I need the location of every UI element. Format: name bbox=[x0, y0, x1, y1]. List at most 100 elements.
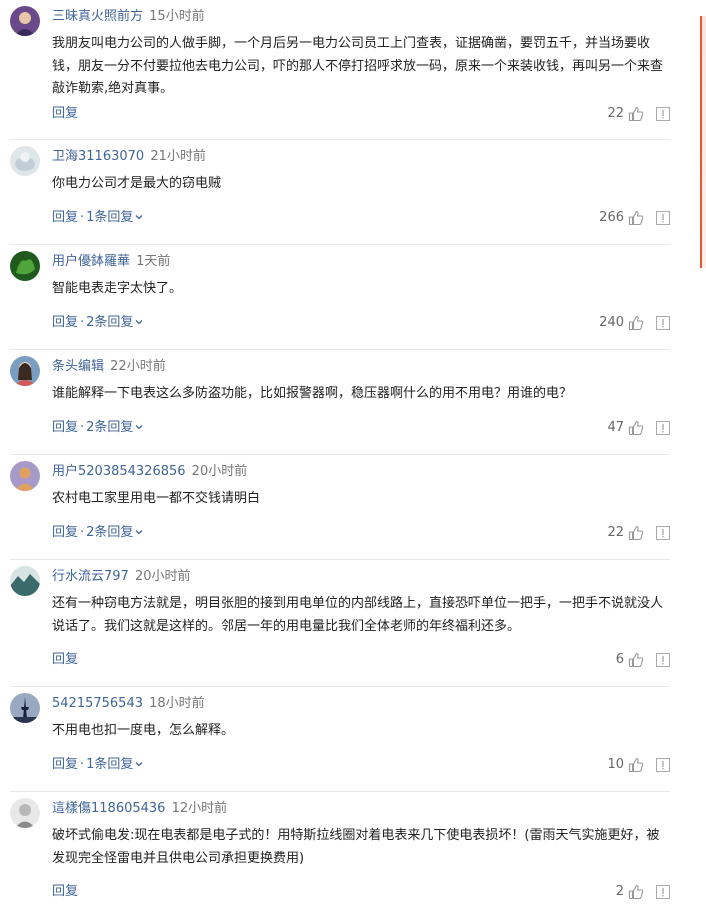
reply-button[interactable]: 回复 bbox=[52, 210, 78, 225]
like-count: 2 bbox=[615, 884, 624, 899]
reply-button[interactable]: 回复 bbox=[52, 884, 78, 899]
like-count: 10 bbox=[607, 757, 624, 772]
comment-meta: 這樣傷118605436 12小时前 bbox=[52, 800, 227, 818]
separator: · bbox=[80, 525, 85, 540]
comment-time: 1天前 bbox=[136, 254, 171, 269]
reply-count-button[interactable]: 1条回复 bbox=[86, 757, 144, 772]
report-icon[interactable] bbox=[656, 758, 670, 772]
username[interactable]: 這樣傷118605436 bbox=[52, 801, 165, 816]
comment-right-actions: 2 bbox=[616, 884, 670, 900]
reply-button[interactable]: 回复 bbox=[52, 652, 78, 667]
reply-button[interactable]: 回复 bbox=[52, 106, 78, 121]
comment-right-actions: 47 bbox=[607, 420, 670, 436]
avatar[interactable] bbox=[10, 146, 40, 176]
report-icon[interactable] bbox=[656, 526, 670, 540]
reply-button[interactable]: 回复 bbox=[52, 420, 78, 435]
report-icon[interactable] bbox=[656, 316, 670, 330]
comment-right-actions: 6 bbox=[616, 652, 670, 668]
comment-item: 用户優鉢羅華 1天前 智能电表走字太快了。 回复 · 2条回复 240 bbox=[10, 245, 670, 350]
comment-item: 54215756543 18小时前 不用电也扣一度电，怎么解释。 回复 · 1条回复… bbox=[10, 687, 670, 792]
username[interactable]: 用户5203854326856 bbox=[52, 464, 186, 479]
reply-button[interactable]: 回复 bbox=[52, 525, 78, 540]
reply-count-button[interactable]: 2条回复 bbox=[86, 315, 144, 330]
reply-button[interactable]: 回复 bbox=[52, 315, 78, 330]
comment-actions: 回复 bbox=[52, 884, 78, 900]
comment-time: 18小时前 bbox=[149, 696, 205, 711]
comment-text: 谁能解释一下电表这么多防盗功能，比如报警器啊，稳压器啊什么的用不用电？用谁的电？ bbox=[52, 386, 573, 401]
comment-time: 20小时前 bbox=[134, 569, 191, 584]
comment-time: 15小时前 bbox=[149, 9, 205, 24]
reply-count: 1条回复 bbox=[86, 210, 134, 225]
thumbs-up-icon[interactable] bbox=[628, 757, 644, 773]
comment-time: 21小时前 bbox=[150, 149, 206, 164]
username[interactable]: 用户優鉢羅華 bbox=[52, 254, 130, 269]
reply-count: 1条回复 bbox=[86, 757, 134, 772]
comment-actions: 回复 · 2条回复 bbox=[52, 525, 144, 541]
comment-meta: 54215756543 18小时前 bbox=[52, 695, 205, 713]
username[interactable]: 行水流云797 bbox=[52, 569, 129, 584]
avatar[interactable] bbox=[10, 461, 40, 491]
username[interactable]: 三昧真火照前方 bbox=[52, 9, 143, 24]
username[interactable]: 条头编辑 bbox=[52, 359, 104, 374]
reply-count: 2条回复 bbox=[86, 525, 134, 540]
thumbs-up-icon[interactable] bbox=[628, 420, 644, 436]
separator: · bbox=[80, 210, 85, 225]
comment-meta: 卫海31163070 21小时前 bbox=[52, 148, 206, 166]
comment-text: 我朋友叫电力公司的人做手脚，一个月后另一电力公司员工上门查表，证据确凿，要罚五千… bbox=[52, 36, 664, 96]
avatar[interactable] bbox=[10, 798, 40, 828]
report-icon[interactable] bbox=[656, 211, 670, 225]
report-icon[interactable] bbox=[656, 653, 670, 667]
separator: · bbox=[80, 315, 85, 330]
comment-text: 不用电也扣一度电，怎么解释。 bbox=[52, 723, 235, 738]
avatar[interactable] bbox=[10, 6, 40, 36]
comment-right-actions: 22 bbox=[607, 525, 670, 541]
avatar[interactable] bbox=[10, 693, 40, 723]
avatar[interactable] bbox=[10, 566, 40, 596]
reply-count-button[interactable]: 2条回复 bbox=[86, 420, 144, 435]
thumbs-up-icon[interactable] bbox=[628, 106, 644, 122]
chevron-down-icon bbox=[135, 320, 143, 325]
separator: · bbox=[80, 420, 85, 435]
username[interactable]: 54215756543 bbox=[52, 696, 143, 711]
thumbs-up-icon[interactable] bbox=[628, 652, 644, 668]
comment-actions: 回复 · 2条回复 bbox=[52, 315, 144, 331]
comment-item: 這樣傷118605436 12小时前 破坏式偷电发:现在电表都是电子式的！用特斯… bbox=[10, 792, 670, 912]
report-icon[interactable] bbox=[656, 107, 670, 121]
comment-item: 用户5203854326856 20小时前 农村电工家里用电一都不交钱请明白 回… bbox=[10, 455, 670, 560]
like-count: 6 bbox=[615, 652, 624, 667]
comment-time: 12小时前 bbox=[171, 801, 228, 816]
comment-right-actions: 240 bbox=[599, 315, 670, 331]
side-panel-edge bbox=[700, 16, 706, 268]
comment-right-actions: 10 bbox=[607, 757, 670, 773]
reply-count-button[interactable]: 2条回复 bbox=[86, 525, 144, 540]
comment-text: 智能电表走字太快了。 bbox=[52, 281, 183, 296]
comment-item: 行水流云797 20小时前 还有一种窃电方法就是，明目张胆的接到用电单位的内部线… bbox=[10, 560, 670, 687]
report-icon[interactable] bbox=[656, 421, 670, 435]
comment-text: 农村电工家里用电一都不交钱请明白 bbox=[52, 491, 261, 506]
reply-button[interactable]: 回复 bbox=[52, 757, 78, 772]
chevron-down-icon bbox=[135, 425, 143, 430]
like-count: 22 bbox=[607, 106, 624, 121]
reply-count-button[interactable]: 1条回复 bbox=[86, 210, 144, 225]
comment-time: 20小时前 bbox=[191, 464, 248, 479]
chevron-down-icon bbox=[135, 215, 143, 220]
comment-actions: 回复 bbox=[52, 106, 78, 122]
comment-meta: 用户5203854326856 20小时前 bbox=[52, 463, 247, 481]
comment-time: 22小时前 bbox=[110, 359, 166, 374]
avatar[interactable] bbox=[10, 356, 40, 386]
thumbs-up-icon[interactable] bbox=[628, 210, 644, 226]
thumbs-up-icon[interactable] bbox=[628, 315, 644, 331]
comment-list: 三昧真火照前方 15小时前 我朋友叫电力公司的人做手脚，一个月后另一电力公司员工… bbox=[10, 0, 670, 912]
comment-text: 还有一种窃电方法就是，明目张胆的接到用电单位的内部线路上，直接恐吓单位一把手，一… bbox=[52, 596, 664, 634]
comment-item: 条头编辑 22小时前 谁能解释一下电表这么多防盗功能，比如报警器啊，稳压器啊什么… bbox=[10, 350, 670, 455]
username[interactable]: 卫海31163070 bbox=[52, 149, 144, 164]
thumbs-up-icon[interactable] bbox=[628, 525, 644, 541]
report-icon[interactable] bbox=[656, 885, 670, 899]
like-count: 266 bbox=[599, 210, 624, 225]
comment-right-actions: 266 bbox=[599, 210, 670, 226]
avatar[interactable] bbox=[10, 251, 40, 281]
comment-actions: 回复 bbox=[52, 652, 78, 668]
thumbs-up-icon[interactable] bbox=[628, 884, 644, 900]
like-count: 22 bbox=[607, 525, 624, 540]
comment-text: 破坏式偷电发:现在电表都是电子式的！用特斯拉线圈对着电表来几下使电表损坏！(雷雨… bbox=[52, 828, 660, 866]
